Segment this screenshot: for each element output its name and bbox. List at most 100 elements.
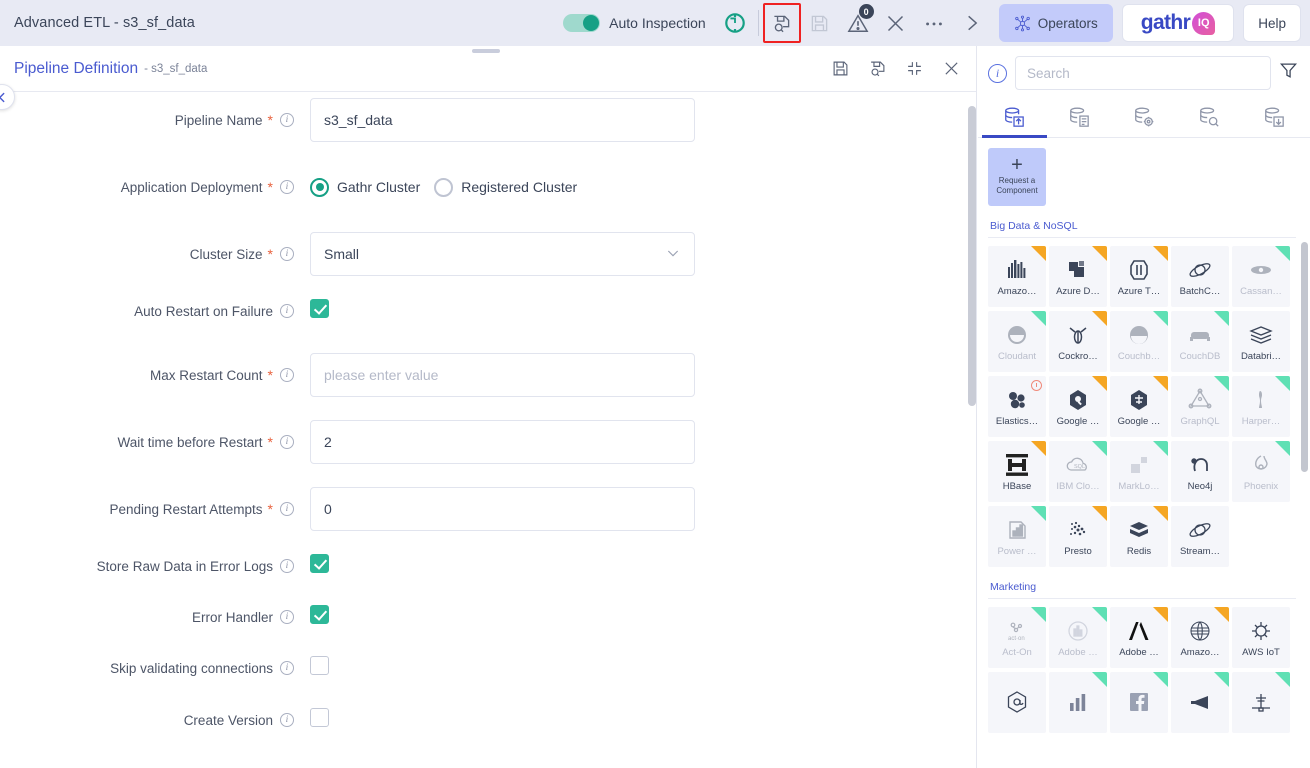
info-icon[interactable]: i bbox=[280, 559, 294, 573]
label-text: Application Deployment bbox=[120, 179, 263, 195]
help-button[interactable]: Help bbox=[1243, 4, 1301, 42]
panel-drag-handle[interactable] bbox=[472, 49, 500, 53]
info-icon[interactable]: i bbox=[280, 180, 294, 194]
auto-restart-checkbox[interactable] bbox=[310, 299, 329, 318]
operator-tile[interactable]: Azure T… bbox=[1110, 246, 1168, 307]
info-icon[interactable]: i bbox=[280, 304, 294, 318]
pending-restart-attempts-input[interactable] bbox=[310, 487, 695, 531]
info-icon[interactable]: i bbox=[280, 713, 294, 727]
operator-tile[interactable]: GraphQL bbox=[1171, 376, 1229, 437]
new-corner-badge bbox=[1214, 607, 1229, 622]
operator-tile[interactable] bbox=[1049, 672, 1107, 733]
operator-tile[interactable]: Phoenix bbox=[1232, 441, 1290, 502]
request-component-tile[interactable]: + Request a Component bbox=[988, 148, 1046, 206]
operator-tile[interactable]: HBase bbox=[988, 441, 1046, 502]
store-raw-data-checkbox[interactable] bbox=[310, 554, 329, 573]
operator-list-scrollbar[interactable] bbox=[1301, 242, 1308, 472]
sources-tab[interactable] bbox=[982, 98, 1047, 138]
pipeline-name-input[interactable] bbox=[310, 98, 695, 142]
operator-tile[interactable]: Neo4j bbox=[1171, 441, 1229, 502]
available-corner-badge bbox=[1031, 311, 1046, 326]
operator-tile[interactable]: Power … bbox=[988, 506, 1046, 567]
operator-tile[interactable]: Amazo… bbox=[1171, 607, 1229, 668]
field-label: Pending Restart Attempts * i bbox=[0, 487, 310, 531]
info-icon[interactable]: i bbox=[280, 661, 294, 675]
emitters-tab[interactable] bbox=[1241, 98, 1306, 138]
operator-tile[interactable]: Harper… bbox=[1232, 376, 1290, 437]
close-icon[interactable] bbox=[877, 0, 915, 46]
error-handler-checkbox[interactable] bbox=[310, 605, 329, 624]
operator-tile[interactable]: Adobe … bbox=[1110, 607, 1168, 668]
operator-tile[interactable] bbox=[1171, 672, 1229, 733]
auto-inspection-toggle-group[interactable]: Auto Inspection bbox=[563, 14, 706, 32]
operator-tile[interactable]: act·on Act-On bbox=[988, 607, 1046, 668]
save-as-icon[interactable] bbox=[762, 3, 801, 43]
config-tab[interactable] bbox=[1112, 98, 1177, 138]
label-text: Create Version bbox=[183, 712, 273, 728]
operator-tile-label: Couchb… bbox=[1117, 351, 1161, 362]
available-corner-badge bbox=[1275, 672, 1290, 687]
operator-tile[interactable]: Google … bbox=[1049, 376, 1107, 437]
refresh-icon[interactable] bbox=[716, 0, 754, 46]
processors-tab[interactable] bbox=[1047, 98, 1112, 138]
field-label: Store Raw Data in Error Logs i bbox=[0, 554, 310, 578]
info-icon[interactable]: i bbox=[280, 113, 294, 127]
field-label: Create Version i bbox=[0, 708, 310, 732]
operator-tile[interactable]: Elastics… bbox=[988, 376, 1046, 437]
auto-inspection-label: Auto Inspection bbox=[609, 15, 706, 31]
operator-tile[interactable]: SQL IBM Clo… bbox=[1049, 441, 1107, 502]
panel-save-icon[interactable] bbox=[832, 60, 849, 77]
info-icon[interactable]: i bbox=[280, 435, 294, 449]
operator-tile[interactable]: Cockro… bbox=[1049, 311, 1107, 372]
bar-chart-icon bbox=[1066, 688, 1090, 716]
panel-close-icon[interactable] bbox=[943, 60, 960, 77]
panel-collapse-icon[interactable] bbox=[906, 60, 923, 77]
more-icon[interactable] bbox=[915, 0, 953, 46]
operator-tile[interactable]: Amazo… bbox=[988, 246, 1046, 307]
form-scrollbar[interactable] bbox=[968, 106, 976, 406]
operator-tile[interactable]: Redis bbox=[1110, 506, 1168, 567]
operator-tile[interactable]: CouchDB bbox=[1171, 311, 1229, 372]
wait-time-input[interactable] bbox=[310, 420, 695, 464]
operator-tile[interactable]: Cassan… bbox=[1232, 246, 1290, 307]
section-title: Marketing bbox=[990, 581, 1037, 593]
auto-inspection-toggle[interactable] bbox=[563, 14, 601, 32]
cluster-size-select[interactable]: Small bbox=[310, 232, 695, 276]
operator-tile[interactable]: Adobe … bbox=[1049, 607, 1107, 668]
operator-tile[interactable]: Azure D… bbox=[1049, 246, 1107, 307]
label-text: Max Restart Count bbox=[150, 367, 263, 383]
label-text: Wait time before Restart bbox=[117, 434, 263, 450]
warning-icon[interactable]: 0 bbox=[839, 0, 877, 46]
operator-tile[interactable]: Cloudant bbox=[988, 311, 1046, 372]
info-icon[interactable]: i bbox=[280, 610, 294, 624]
search-input[interactable] bbox=[1015, 56, 1271, 90]
info-icon[interactable]: i bbox=[280, 502, 294, 516]
panel-save-as-icon[interactable] bbox=[869, 60, 886, 77]
operator-tile[interactable]: Databri… bbox=[1232, 311, 1290, 372]
info-icon[interactable]: i bbox=[280, 368, 294, 382]
chevron-right-icon[interactable] bbox=[953, 0, 991, 46]
available-corner-badge bbox=[1092, 607, 1107, 622]
info-icon[interactable]: i bbox=[280, 247, 294, 261]
operator-tile[interactable]: AWS IoT bbox=[1232, 607, 1290, 668]
info-icon[interactable]: i bbox=[988, 63, 1007, 83]
radio-gathr-cluster[interactable]: Gathr Cluster bbox=[310, 177, 420, 197]
operator-tile[interactable] bbox=[1232, 672, 1290, 733]
gathr-iq-button[interactable]: gathr IQ bbox=[1121, 4, 1235, 42]
max-restart-count-input[interactable] bbox=[310, 353, 695, 397]
operator-tile[interactable] bbox=[988, 672, 1046, 733]
skip-validating-checkbox[interactable] bbox=[310, 656, 329, 675]
inspect-tab[interactable] bbox=[1176, 98, 1241, 138]
operator-tile[interactable] bbox=[1110, 672, 1168, 733]
operator-tile[interactable]: Couchb… bbox=[1110, 311, 1168, 372]
operator-tile[interactable]: MarkLo… bbox=[1110, 441, 1168, 502]
create-version-checkbox[interactable] bbox=[310, 708, 329, 727]
operators-button[interactable]: Operators bbox=[998, 4, 1113, 42]
operator-tile[interactable]: Stream… bbox=[1171, 506, 1229, 567]
radio-registered-cluster[interactable]: Registered Cluster bbox=[434, 177, 577, 197]
operator-tile[interactable]: Google … bbox=[1110, 376, 1168, 437]
filter-icon[interactable] bbox=[1279, 61, 1298, 85]
operator-tile[interactable]: Presto bbox=[1049, 506, 1107, 567]
operator-tile[interactable]: BatchC… bbox=[1171, 246, 1229, 307]
graphql-icon bbox=[1188, 386, 1212, 414]
